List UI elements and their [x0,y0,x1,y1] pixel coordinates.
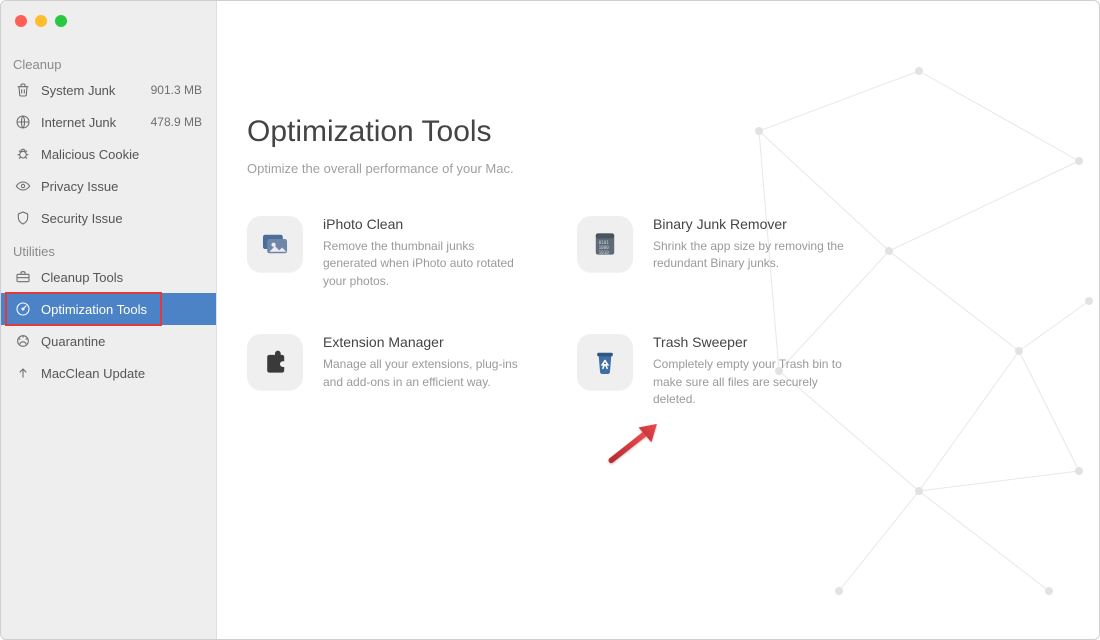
tool-desc: Manage all your extensions, plug-ins and… [323,356,523,391]
binary-icon: 010110001010 [577,216,633,272]
tool-title: iPhoto Clean [323,216,523,232]
gauge-icon [15,301,31,317]
globe-icon [15,114,31,130]
briefcase-icon [15,269,31,285]
tool-title: Extension Manager [323,334,523,350]
sidebar-item-label: Privacy Issue [41,179,118,194]
close-dot[interactable] [15,15,27,27]
window-controls [1,1,216,47]
tool-title: Trash Sweeper [653,334,853,350]
sidebar-item-quarantine[interactable]: Quarantine [1,325,216,357]
sidebar-item-label: Quarantine [41,334,105,349]
minimize-dot[interactable] [35,15,47,27]
page-subtitle: Optimize the overall performance of your… [247,161,1099,176]
sidebar-item-label: Optimization Tools [41,302,147,317]
puzzle-icon [247,334,303,390]
page-title: Optimization Tools [247,115,1099,149]
section-label-cleanup: Cleanup [1,47,216,74]
app-window: Cleanup System Junk 901.3 MB Internet Ju… [0,0,1100,640]
sidebar-item-cleanup-tools[interactable]: Cleanup Tools [1,261,216,293]
update-icon [15,365,31,381]
tool-iphoto-clean[interactable]: iPhoto Clean Remove the thumbnail junks … [247,216,547,290]
maximize-dot[interactable] [55,15,67,27]
annotation-arrow [607,422,663,469]
svg-text:1000: 1000 [599,245,610,251]
tool-binary-junk-remover[interactable]: 010110001010 Binary Junk Remover Shrink … [577,216,877,290]
sidebar-item-label: Cleanup Tools [41,270,123,285]
sidebar-item-label: System Junk [41,83,115,98]
sidebar-item-label: Malicious Cookie [41,147,139,162]
bug-icon [15,146,31,162]
sidebar-item-malicious-cookie[interactable]: Malicious Cookie [1,138,216,170]
section-label-utilities: Utilities [1,234,216,261]
sidebar-item-value: 478.9 MB [151,115,202,129]
tool-title: Binary Junk Remover [653,216,853,232]
tool-desc: Shrink the app size by removing the redu… [653,238,853,273]
tool-desc: Remove the thumbnail junks generated whe… [323,238,523,290]
sidebar-item-privacy-issue[interactable]: Privacy Issue [1,170,216,202]
sidebar-item-label: MacClean Update [41,366,145,381]
quarantine-icon [15,333,31,349]
shield-icon [15,210,31,226]
tool-desc: Completely empty your Trash bin to make … [653,356,853,408]
sidebar-item-optimization-tools[interactable]: Optimization Tools [1,293,216,325]
sidebar-item-system-junk[interactable]: System Junk 901.3 MB [1,74,216,106]
svg-text:0101: 0101 [599,240,610,246]
sidebar-item-label: Security Issue [41,211,123,226]
tool-trash-sweeper[interactable]: Trash Sweeper Completely empty your Tras… [577,334,877,408]
eye-icon [15,178,31,194]
recycle-bin-icon [577,334,633,390]
tool-extension-manager[interactable]: Extension Manager Manage all your extens… [247,334,547,408]
trash-icon [15,82,31,98]
sidebar-item-macclean-update[interactable]: MacClean Update [1,357,216,389]
sidebar-item-label: Internet Junk [41,115,116,130]
sidebar: Cleanup System Junk 901.3 MB Internet Ju… [1,1,217,639]
main-panel: Optimization Tools Optimize the overall … [217,1,1099,639]
sidebar-item-internet-junk[interactable]: Internet Junk 478.9 MB [1,106,216,138]
svg-text:1010: 1010 [599,250,610,256]
sidebar-item-value: 901.3 MB [151,83,202,97]
photo-icon [247,216,303,272]
tool-grid: iPhoto Clean Remove the thumbnail junks … [247,216,1099,408]
sidebar-item-security-issue[interactable]: Security Issue [1,202,216,234]
